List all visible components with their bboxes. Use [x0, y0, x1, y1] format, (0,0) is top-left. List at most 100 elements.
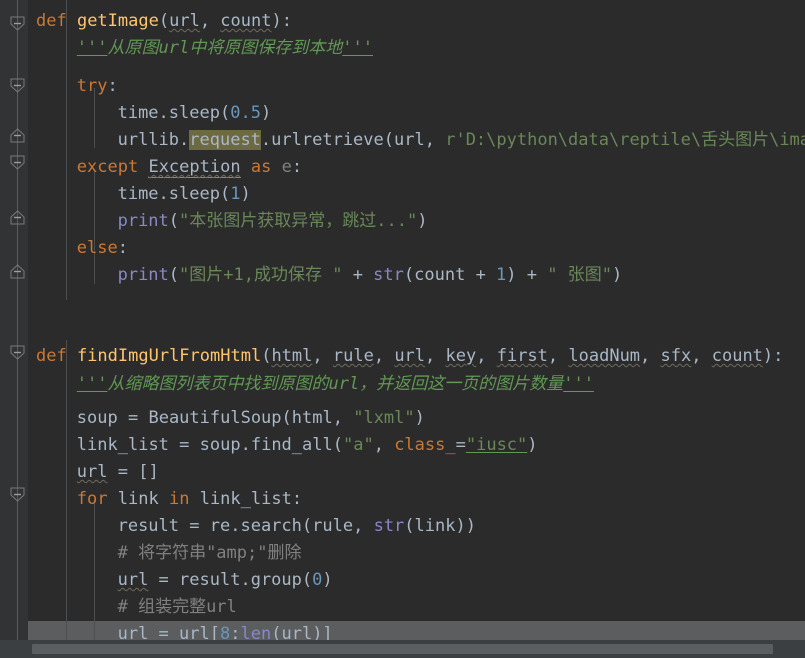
- fold-end-except-block[interactable]: [10, 210, 25, 225]
- code-token: "本张图片获取异常，跳过...": [179, 211, 418, 231]
- code-token: (: [168, 265, 180, 285]
- code-line-3[interactable]: try:: [77, 73, 118, 100]
- code-token: :: [107, 76, 118, 96]
- editor-gutter: [0, 0, 28, 658]
- code-line-16[interactable]: soup = BeautifulSoup(html, "lxml"): [77, 405, 425, 432]
- code-token: .: [240, 435, 251, 455]
- code-token: url: [117, 624, 149, 640]
- code-token: ''': [342, 38, 373, 58]
- code-token: ): [611, 265, 623, 285]
- code-token: 从缩略图列表页中找到原图的url，并返回这一页的图片数量: [107, 374, 564, 394]
- fold-expanded-for-loop[interactable]: [10, 487, 25, 502]
- code-token: 从原图url中将原图保存到本地: [107, 38, 343, 58]
- code-token: print: [117, 211, 169, 231]
- fold-expanded-except[interactable]: [10, 155, 25, 170]
- code-token: ,: [312, 346, 333, 366]
- code-text-area[interactable]: def getImage(url, count): '''从原图url中将原图保存…: [28, 0, 805, 640]
- code-line-1[interactable]: def getImage(url, count):: [36, 8, 292, 35]
- code-line-17[interactable]: link_list = soup.find_all("a", class_="i…: [77, 432, 538, 459]
- code-token: ): [417, 211, 428, 231]
- code-token: :: [291, 489, 303, 509]
- code-token: print: [117, 265, 169, 285]
- code-token: sleep: [168, 103, 220, 123]
- code-token: def: [36, 346, 77, 366]
- indent-guide-1: [66, 0, 67, 300]
- code-line-9[interactable]: else:: [77, 235, 128, 262]
- code-token: # 组装完整url: [117, 597, 237, 617]
- code-token: 1: [230, 184, 241, 204]
- code-token: 0.5: [230, 103, 261, 123]
- code-line-8[interactable]: print("本张图片获取异常，跳过..."): [118, 208, 428, 235]
- fold-expanded-def-findimgurl[interactable]: [10, 345, 25, 360]
- code-token: Exception: [148, 157, 241, 178]
- code-token: =: [179, 516, 210, 536]
- code-token: count: [711, 346, 763, 366]
- code-editor[interactable]: def getImage(url, count): '''从原图url中将原图保存…: [0, 0, 805, 658]
- code-token: re: [209, 516, 231, 536]
- code-token: urlretrieve: [271, 130, 384, 150]
- code-token: html: [291, 408, 333, 428]
- code-line-23[interactable]: # 组装完整url: [118, 594, 237, 621]
- code-token: else: [76, 238, 118, 258]
- code-line-15[interactable]: '''从缩略图列表页中找到原图的url，并返回这一页的图片数量''': [77, 371, 594, 398]
- code-token: ,: [476, 346, 497, 366]
- code-token: urllib: [117, 130, 180, 150]
- code-token: ,: [373, 346, 395, 366]
- code-token: getImage: [76, 11, 159, 31]
- code-token: .: [158, 103, 169, 123]
- code-token: =: [117, 408, 149, 428]
- code-line-4[interactable]: time.sleep(0.5): [118, 100, 272, 127]
- code-token: =: [148, 570, 180, 590]
- code-token: url: [281, 624, 313, 640]
- code-line-21[interactable]: # 将字符串"amp;"删除: [118, 540, 302, 567]
- code-token: ):: [271, 11, 292, 31]
- code-token: "a": [342, 435, 374, 455]
- code-token: (: [219, 103, 231, 123]
- code-token: str: [373, 516, 405, 536]
- code-line-19[interactable]: for link in link_list:: [77, 486, 302, 513]
- code-token: = []: [107, 462, 159, 482]
- fold-end-else-block[interactable]: [10, 264, 25, 279]
- code-token: url: [394, 130, 425, 150]
- code-token: in: [168, 489, 190, 509]
- code-line-5[interactable]: urllib.request.urlretrieve(url, r'D:\pyt…: [118, 127, 805, 154]
- code-line-14[interactable]: def findImgUrlFromHtml(html, rule, url, …: [36, 343, 783, 370]
- code-token: except: [76, 157, 149, 177]
- code-line-6[interactable]: except Exception as e:: [77, 154, 302, 181]
- horizontal-scrollbar-thumb[interactable]: [32, 644, 773, 654]
- code-token: :: [230, 624, 241, 640]
- code-token: 0: [312, 570, 323, 590]
- code-line-10[interactable]: print("图片+1,成功保存 " + str(count + 1) + " …: [118, 262, 623, 289]
- code-token: sleep: [168, 184, 220, 204]
- code-token: link: [117, 489, 159, 509]
- fold-expanded-def-getimage[interactable]: [10, 16, 25, 31]
- code-token: for: [76, 489, 108, 509]
- code-line-7[interactable]: time.sleep(1): [118, 181, 251, 208]
- fold-end-try-block[interactable]: [10, 128, 25, 143]
- code-token: as: [250, 157, 272, 177]
- code-token: "lxml": [353, 408, 415, 428]
- code-line-18[interactable]: url = []: [77, 459, 159, 486]
- code-token: url: [394, 346, 426, 366]
- code-token: ,: [332, 408, 354, 428]
- fold-expanded-try[interactable]: [10, 78, 25, 93]
- code-token: BeautifulSoup: [148, 408, 282, 428]
- code-line-22[interactable]: url = result.group(0): [118, 567, 333, 594]
- code-token: (: [158, 11, 170, 31]
- horizontal-scrollbar-track[interactable]: [0, 640, 805, 658]
- code-token: len: [240, 624, 272, 640]
- code-token: result: [117, 516, 180, 536]
- indent-guide-5: [94, 500, 95, 640]
- code-token: time: [117, 184, 159, 204]
- code-line-24[interactable]: url = url[8:len(url)]: [118, 621, 333, 640]
- code-line-20[interactable]: result = re.search(rule, str(link)): [118, 513, 476, 540]
- code-token: =: [168, 435, 200, 455]
- code-token: url: [117, 570, 149, 590]
- code-token: " 张图": [547, 265, 612, 285]
- code-token: =: [455, 435, 466, 455]
- code-line-2[interactable]: '''从原图url中将原图保存到本地''': [77, 35, 373, 62]
- code-token: rule: [332, 346, 374, 366]
- code-token: ''': [563, 374, 594, 394]
